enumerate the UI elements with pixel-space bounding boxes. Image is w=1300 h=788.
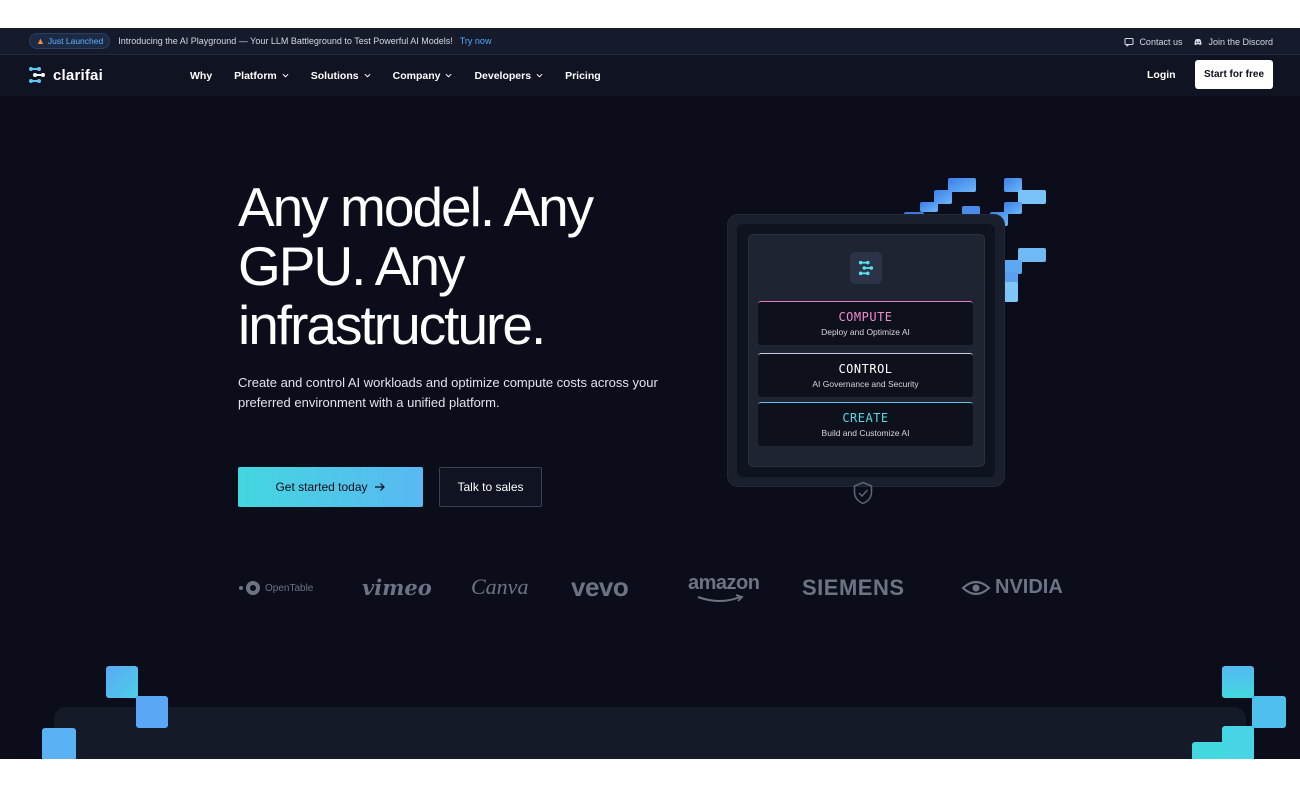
just-launched-badge: ▲ Just Launched	[29, 33, 111, 49]
nav-label: Developers	[474, 69, 532, 82]
compute-title: COMPUTE	[838, 310, 893, 324]
brand-logo[interactable]: clarifai	[27, 66, 103, 84]
badge-label: Just Launched	[47, 36, 104, 46]
chevron-down-icon	[445, 73, 452, 78]
amazon-text: amazon	[688, 572, 760, 594]
opentable-text: OpenTable	[265, 582, 314, 594]
nav-item-pricing[interactable]: Pricing	[565, 70, 601, 82]
amazon-smile-icon	[697, 594, 744, 602]
create-row: CREATE Build and Customize AI	[758, 402, 973, 446]
discord-icon	[1194, 38, 1202, 45]
pixel-steps-right-decoration	[1192, 666, 1286, 759]
shield-check-icon	[853, 481, 873, 505]
control-row: CONTROL AI Governance and Security	[758, 353, 973, 397]
nav-menu: Why Platform Solutions Company Developer…	[190, 55, 601, 96]
chevron-down-icon	[536, 73, 543, 78]
main-nav: clarifai Why Platform Solutions Company …	[0, 55, 1300, 96]
try-now-link[interactable]: Try now	[460, 36, 492, 46]
pixel-steps-left-decoration	[42, 666, 168, 759]
compute-desc: Deploy and Optimize AI	[821, 327, 910, 337]
nav-item-developers[interactable]: Developers	[474, 70, 543, 82]
contact-us-link[interactable]: Contact us	[1124, 37, 1182, 47]
nav-label: Platform	[234, 69, 277, 82]
canva-logo: Canva	[471, 574, 529, 599]
login-link[interactable]: Login	[1147, 69, 1176, 81]
opentable-mark-icon	[239, 581, 260, 595]
hero-headline: Any model. Any GPU. Any infrastructure.	[238, 176, 594, 356]
announcement-message: Introducing the AI Playground — Your LLM…	[118, 36, 453, 46]
nav-label: Why	[190, 69, 213, 82]
get-started-button[interactable]: Get started today	[238, 467, 423, 507]
hero-subtext: Create and control AI workloads and opti…	[238, 375, 658, 410]
fire-icon: ▲	[36, 36, 45, 46]
get-started-label: Get started today	[275, 480, 368, 494]
card-logo-icon	[850, 252, 882, 284]
nvidia-eye-icon	[961, 580, 991, 595]
bottom-section-panel	[54, 707, 1246, 759]
chat-icon	[1124, 37, 1134, 47]
start-for-free-button[interactable]: Start for free	[1195, 60, 1273, 89]
vevo-logo: vevo	[571, 572, 629, 602]
nav-label: Pricing	[565, 69, 601, 82]
clarifai-logo-icon	[29, 67, 45, 83]
nav-item-platform[interactable]: Platform	[234, 70, 289, 82]
control-title: CONTROL	[838, 362, 893, 376]
amazon-logo: amazon	[688, 572, 760, 602]
nav-label: Company	[392, 69, 441, 82]
nvidia-logo: NVIDIA	[961, 576, 1063, 599]
chevron-down-icon	[282, 73, 289, 78]
nav-item-company[interactable]: Company	[393, 70, 453, 82]
create-title: CREATE	[842, 411, 889, 425]
nav-item-why[interactable]: Why	[190, 70, 212, 82]
control-desc: AI Governance and Security	[812, 379, 919, 389]
join-discord-label: Join the Discord	[1208, 36, 1273, 47]
join-discord-link[interactable]: Join the Discord	[1193, 37, 1273, 47]
create-desc: Build and Customize AI	[821, 428, 910, 438]
vimeo-logo: vimeo	[362, 575, 432, 600]
nav-label: Solutions	[310, 69, 359, 82]
contact-us-label: Contact us	[1139, 36, 1183, 47]
arrow-right-icon	[374, 483, 385, 491]
compute-row: COMPUTE Deploy and Optimize AI	[758, 301, 973, 345]
page: ▲ Just Launched Introducing the AI Playg…	[0, 28, 1300, 759]
siemens-logo: SIEMENS	[802, 575, 905, 600]
customer-logos: OpenTable vimeo Canva vevo amazon SIEMEN…	[0, 568, 1300, 608]
chevron-down-icon	[364, 73, 371, 78]
nav-item-solutions[interactable]: Solutions	[311, 70, 371, 82]
announcement-bar: ▲ Just Launched Introducing the AI Playg…	[0, 28, 1300, 55]
platform-card: COMPUTE Deploy and Optimize AI CONTROL A…	[728, 215, 1004, 505]
talk-to-sales-button[interactable]: Talk to sales	[439, 467, 542, 507]
nvidia-text: NVIDIA	[995, 576, 1063, 598]
brand-name: clarifai	[53, 66, 103, 84]
opentable-logo: OpenTable	[238, 580, 313, 596]
